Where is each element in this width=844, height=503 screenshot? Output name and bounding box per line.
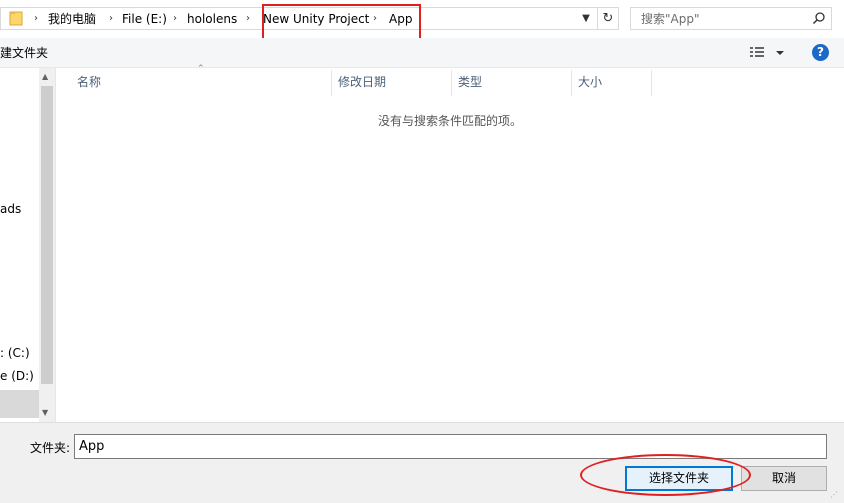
chevron-right-icon[interactable]: › [34, 10, 38, 28]
help-icon[interactable]: ? [812, 44, 829, 61]
new-folder-button[interactable]: 建文件夹 [0, 45, 48, 61]
red-highlight-ellipse [580, 454, 751, 496]
breadcrumb-item[interactable]: 我的电脑 [48, 10, 96, 28]
resize-grip-icon[interactable]: ⋰ [830, 490, 838, 499]
search-placeholder: 搜索"App" [641, 12, 700, 26]
toolbar: 建文件夹 [0, 38, 844, 68]
cancel-button[interactable]: 取消 [741, 466, 827, 491]
scrollbar-thumb[interactable] [41, 86, 53, 384]
nav-item-downloads[interactable]: ads [0, 201, 21, 217]
chevron-down-icon[interactable]: ▼ [578, 11, 594, 27]
column-header-type[interactable]: 类型 [452, 68, 571, 96]
scroll-down-icon[interactable]: ▼ [42, 408, 48, 417]
folder-name-input[interactable]: App [74, 434, 827, 459]
search-input[interactable]: 搜索"App" [630, 7, 832, 30]
nav-item-drive-d[interactable]: e (D:) [0, 368, 34, 384]
view-options-icon[interactable] [748, 44, 788, 62]
navigation-pane: ads : (C:) e (D:) ▲ ▼ [0, 68, 56, 422]
column-header-size[interactable]: 大小 [572, 68, 651, 96]
refresh-icon[interactable]: ↻ [598, 7, 619, 30]
chevron-right-icon[interactable]: › [246, 10, 250, 28]
column-header-date[interactable]: 修改日期 [332, 68, 452, 96]
folder-icon [9, 11, 23, 26]
vertical-scrollbar[interactable]: ▲ ▼ [39, 68, 55, 422]
address-row: › 我的电脑 › File (E:) › hololens › New Unit… [0, 0, 844, 38]
nav-item-selected[interactable] [0, 390, 39, 418]
breadcrumb-item[interactable]: File (E:) [122, 10, 167, 28]
folder-picker-dialog: › 我的电脑 › File (E:) › hololens › New Unit… [0, 0, 844, 503]
empty-message: 没有与搜索条件匹配的项。 [377, 114, 522, 128]
breadcrumb-item[interactable]: hololens [187, 10, 237, 28]
red-highlight-box [262, 4, 421, 41]
scroll-up-icon[interactable]: ▲ [42, 72, 48, 81]
file-list: ⌃ 名称 修改日期 类型 大小 没有与搜索条件匹配的项。 [56, 64, 844, 422]
chevron-right-icon[interactable]: › [173, 10, 177, 28]
chevron-right-icon[interactable]: › [109, 10, 113, 28]
search-icon[interactable] [812, 11, 826, 25]
column-header-name[interactable]: 名称 [71, 68, 331, 96]
nav-item-drive-c[interactable]: : (C:) [0, 345, 30, 361]
folder-label: 文件夹: [30, 441, 71, 455]
column-divider[interactable] [651, 70, 652, 96]
